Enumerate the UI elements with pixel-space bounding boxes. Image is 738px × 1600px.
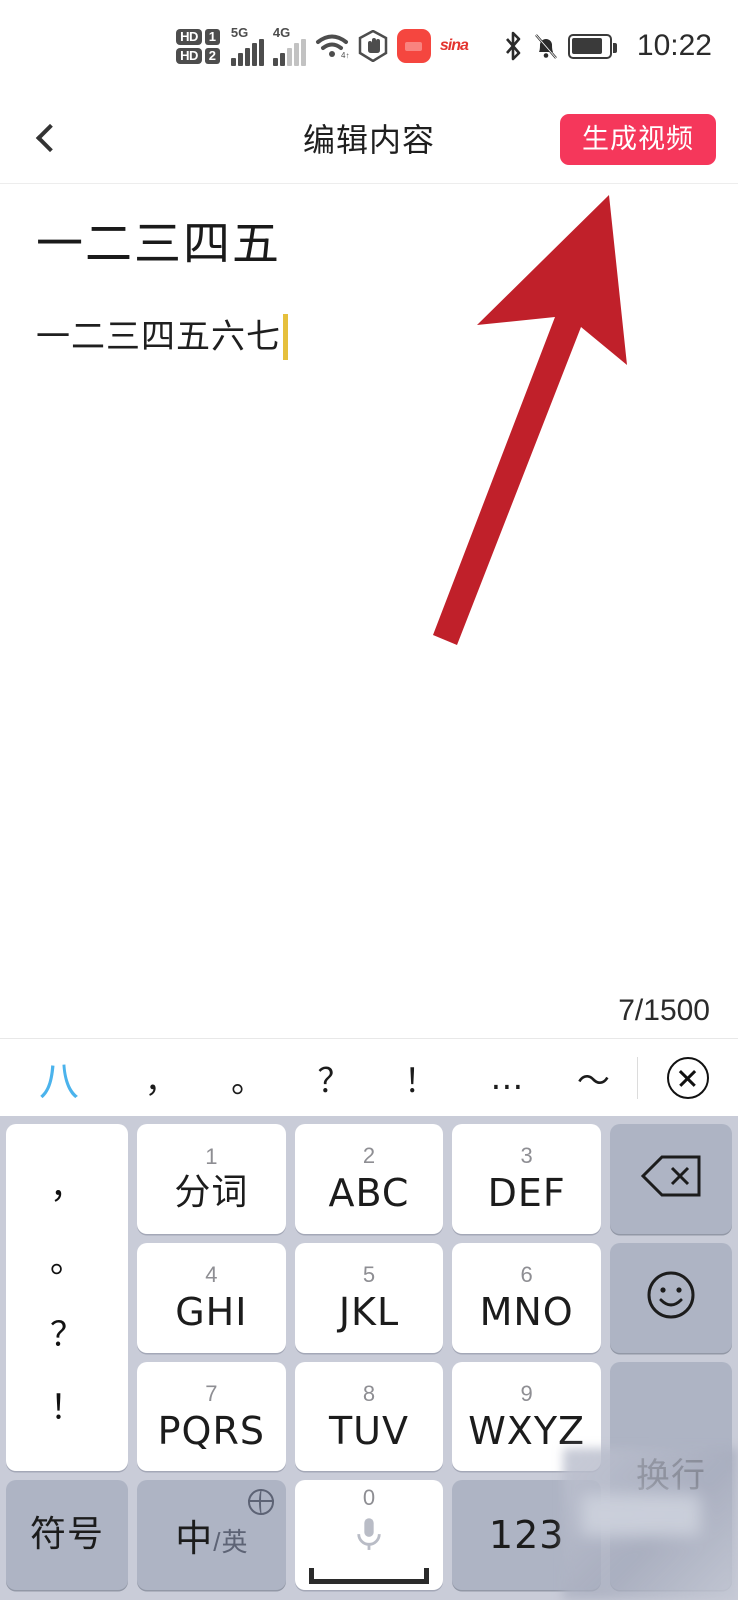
key-label: DEF [487,1171,566,1216]
key-7-pqrs[interactable]: 7 PQRS [137,1361,286,1472]
close-keyboard-button[interactable] [638,1056,738,1099]
key-number: 3 [520,1143,533,1169]
key-label: TUV [328,1408,409,1453]
enter-key-label: 换行 [636,1455,706,1496]
key-number: 7 [205,1380,218,1406]
navigation-bar: 编辑内容 生成视频 [0,92,738,184]
lang-chinese: 中 [175,1517,213,1561]
signal-bars-1 [230,39,264,66]
signal-bars-2 [272,39,306,66]
lang-separator: / [213,1527,221,1558]
key-label: 分词 [174,1172,249,1214]
enter-newline-key[interactable]: 换行 [610,1361,732,1590]
sim-2-badge: 2 [204,47,220,64]
key-number: 0 [362,1484,376,1510]
smiley-icon [645,1269,697,1326]
key-label: WXYZ [468,1408,586,1453]
lang-english: 英 [221,1528,248,1559]
dual-sim-hd-indicator: HD 1 HD 2 [176,28,220,64]
backspace-icon [640,1154,702,1203]
key-label: PQRS [157,1408,265,1453]
generate-video-button[interactable]: 生成视频 [560,114,716,165]
space-voice-key[interactable]: 0 [294,1480,444,1590]
keypad-grid: ， 。 ？ ！ 1 分词 2 ABC 3 DEF 4 GHI 5 JKL 6 M… [0,1116,738,1600]
punct-comma[interactable]: ， [50,1170,84,1204]
candidate-punct-0[interactable]: ， [118,1054,204,1102]
text-caret [283,314,288,360]
punct-exclaim[interactable]: ！ [50,1391,84,1425]
svg-text:4↑: 4↑ [341,51,349,60]
battery-icon [567,33,617,59]
key-number: 1 [205,1144,218,1170]
key-punctuation-column[interactable]: ， 。 ？ ！ [6,1124,128,1472]
candidate-word[interactable]: 八 [0,1049,118,1107]
globe-icon [247,1489,274,1516]
key-1-fenci[interactable]: 1 分词 [137,1124,286,1234]
network-type-5g: 5G [230,25,249,40]
sim-1-badge: 1 [204,28,220,45]
candidate-punct-1[interactable]: 。 [204,1054,290,1102]
signal-4g-indicator: 4G [272,25,306,66]
language-switch-label: 中 / 英 [175,1508,247,1562]
key-3-def[interactable]: 3 DEF [452,1124,601,1234]
symbols-key[interactable]: 符号 [6,1480,128,1590]
emoji-key[interactable] [610,1242,732,1353]
microphone-icon [355,1516,383,1559]
editor-body-input[interactable]: 一二三四五六七 [36,315,281,359]
backspace-key[interactable] [610,1124,732,1234]
candidate-bar: 八 ， 。 ？ ！ … ～ [0,1038,738,1116]
sina-icon: sina [439,37,469,54]
candidate-punct-2[interactable]: ？ [291,1054,377,1102]
key-8-tuv[interactable]: 8 TUV [294,1361,444,1472]
network-type-4g: 4G [272,25,291,40]
key-5-jkl[interactable]: 5 JKL [294,1242,444,1353]
bluetooth-icon [502,31,524,61]
key-number: 5 [362,1262,376,1288]
key-number: 8 [362,1380,376,1406]
candidate-punct-3[interactable]: ！ [377,1054,463,1102]
key-number: 4 [205,1262,218,1288]
punct-period[interactable]: 。 [50,1244,84,1278]
wifi-icon: 4↑ [315,32,349,60]
punct-question[interactable]: ？ [50,1318,84,1352]
hd-label-1: HD [176,28,202,45]
status-clock: 10:22 [636,29,712,62]
key-label: JKL [338,1290,400,1335]
key-number: 9 [520,1380,533,1406]
bell-muted-icon [533,32,559,60]
ime-keyboard: 八 ， 。 ？ ！ … ～ ， 。 ？ ！ 1 分词 2 ABC 3 DEF 4… [0,1038,738,1600]
editor-title-input[interactable]: 一二三四五 [36,216,281,275]
key-label: GHI [175,1290,248,1335]
key-number: 6 [520,1262,533,1288]
candidate-punct-4[interactable]: … [464,1058,550,1097]
status-right-icons: 10:22 [502,29,712,63]
numeric-key[interactable]: 123 [452,1480,601,1590]
phone-screen: HD 1 HD 2 5G 4G 4↑ sina 10:22 编辑内容 生成视频 … [0,0,738,1600]
key-9-wxyz[interactable]: 9 WXYZ [452,1361,601,1472]
key-2-abc[interactable]: 2 ABC [294,1124,444,1234]
candidate-punct-5[interactable]: ～ [550,1054,636,1102]
signal-5g-indicator: 5G [230,25,264,66]
key-label: ABC [328,1171,410,1216]
hd-label-2: HD [176,47,202,64]
red-app-icon [396,29,431,63]
symbols-key-label: 符号 [29,1514,104,1556]
editor-body-row[interactable]: 一二三四五六七 [36,314,288,360]
key-number: 2 [362,1143,376,1169]
status-bar: HD 1 HD 2 5G 4G 4↑ sina 10:22 [0,0,738,92]
status-left-icons: HD 1 HD 2 5G 4G 4↑ sina [176,25,469,66]
language-switch-key[interactable]: 中 / 英 [137,1480,286,1590]
key-label: MNO [479,1290,574,1335]
content-editor[interactable]: 一二三四五 一二三四五六七 7/1500 [0,184,738,1038]
key-6-mno[interactable]: 6 MNO [452,1242,601,1353]
character-counter: 7/1500 [618,994,710,1027]
close-circle-icon [667,1056,710,1099]
key-4-ghi[interactable]: 4 GHI [137,1242,286,1353]
numeric-key-label: 123 [488,1513,565,1558]
hand-icon [358,29,388,63]
space-bar-indicator [308,1567,429,1584]
